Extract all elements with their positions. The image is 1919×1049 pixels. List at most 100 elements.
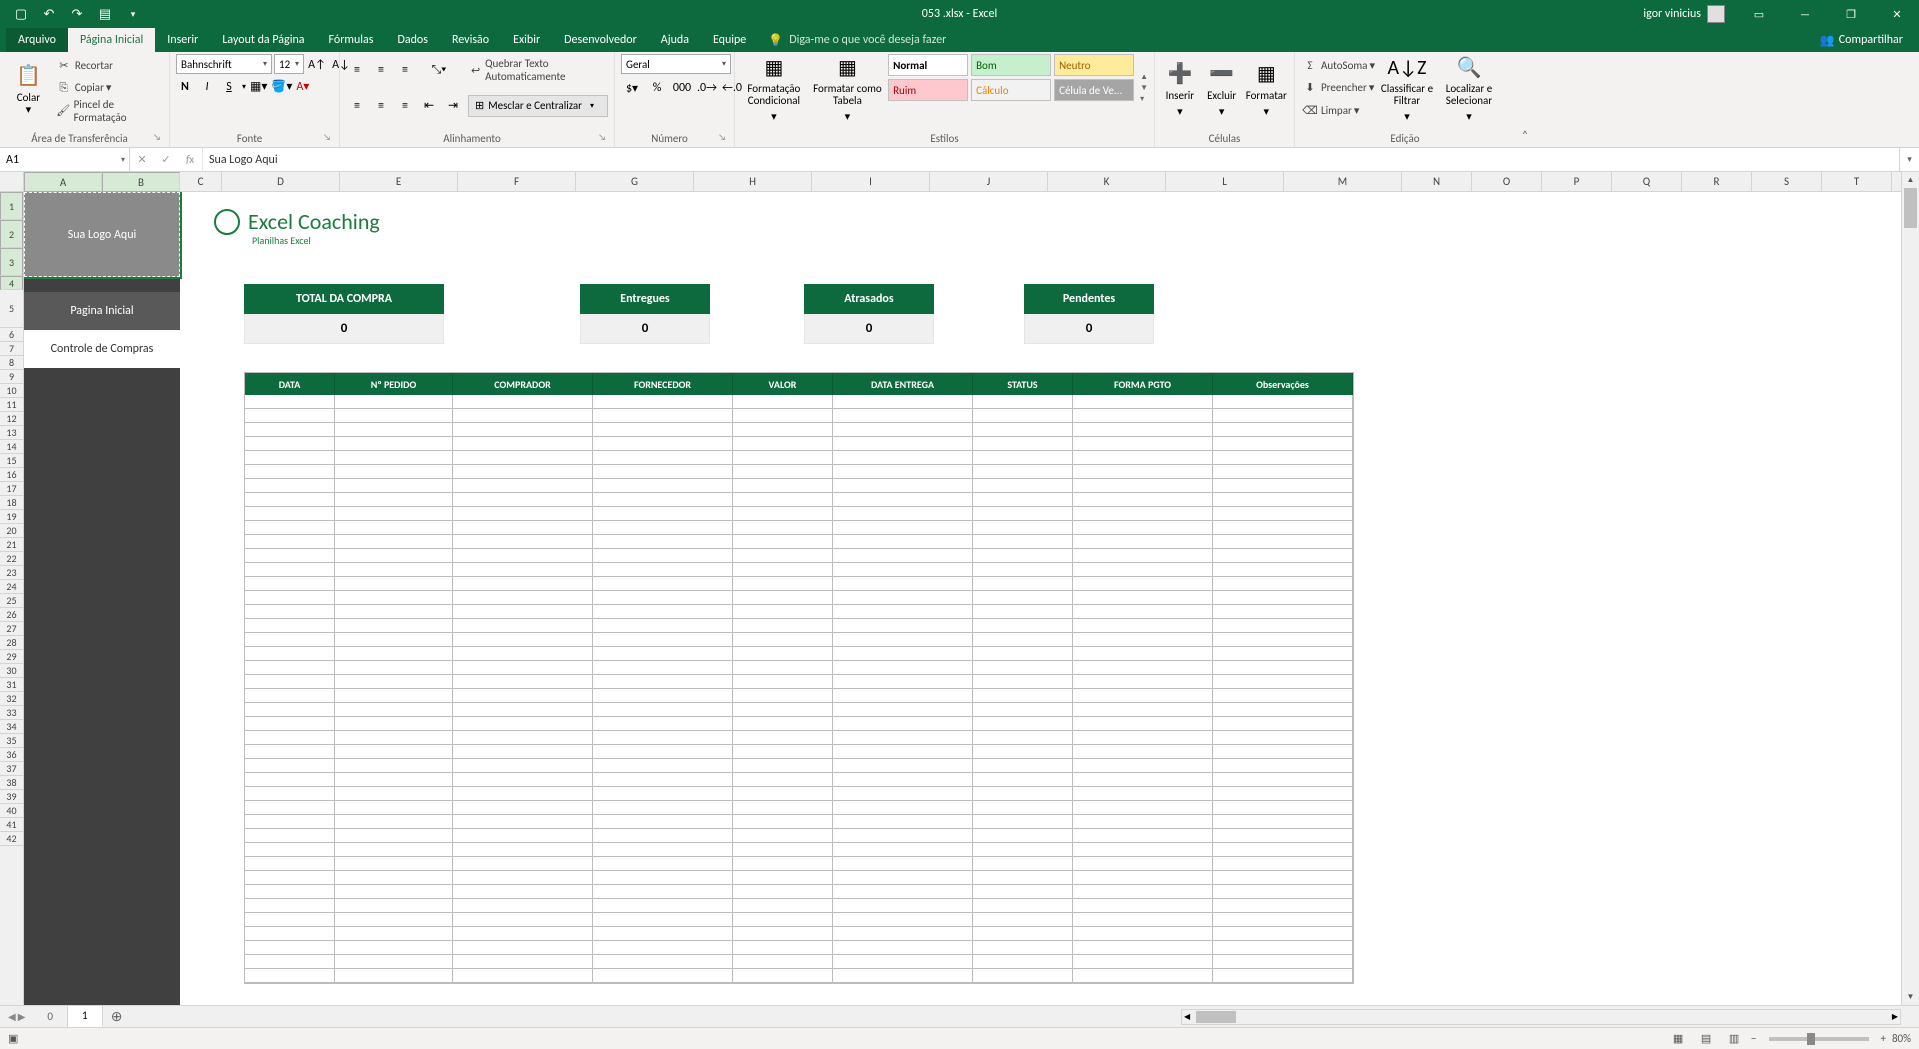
table-cell[interactable] (1213, 969, 1353, 983)
table-cell[interactable] (973, 437, 1073, 451)
table-cell[interactable] (833, 731, 973, 745)
table-row[interactable] (245, 479, 1353, 493)
table-row[interactable] (245, 577, 1353, 591)
table-cell[interactable] (833, 465, 973, 479)
tab-página-inicial[interactable]: Página Inicial (68, 28, 155, 52)
table-cell[interactable] (245, 451, 335, 465)
table-cell[interactable] (973, 899, 1073, 913)
table-cell[interactable] (733, 633, 833, 647)
table-cell[interactable] (245, 591, 335, 605)
row-header[interactable]: 15 (0, 454, 23, 468)
table-cell[interactable] (973, 521, 1073, 535)
table-cell[interactable] (973, 395, 1073, 409)
table-cell[interactable] (245, 787, 335, 801)
table-cell[interactable] (1073, 535, 1213, 549)
table-cell[interactable] (245, 577, 335, 591)
scrollbar-thumb[interactable] (1196, 1011, 1236, 1023)
table-cell[interactable] (593, 885, 733, 899)
col-header[interactable]: S (1752, 172, 1822, 191)
table-cell[interactable] (453, 703, 593, 717)
table-cell[interactable] (1073, 647, 1213, 661)
scroll-left-icon[interactable]: ◀ (1184, 1012, 1190, 1022)
scroll-right-icon[interactable]: ▶ (1892, 1012, 1898, 1022)
paste-button[interactable]: 📋 Colar▾ (6, 54, 51, 122)
table-cell[interactable] (335, 717, 453, 731)
table-cell[interactable] (453, 731, 593, 745)
table-cell[interactable] (335, 451, 453, 465)
borders-button[interactable]: ▦▾ (250, 79, 267, 94)
number-format-select[interactable]: Geral▾ (621, 54, 731, 74)
table-cell[interactable] (973, 577, 1073, 591)
col-header[interactable]: R (1682, 172, 1752, 191)
table-cell[interactable] (335, 521, 453, 535)
table-cell[interactable] (245, 563, 335, 577)
table-cell[interactable] (245, 731, 335, 745)
row-header[interactable]: 11 (0, 398, 23, 412)
table-cell[interactable] (733, 955, 833, 969)
table-cell[interactable] (245, 829, 335, 843)
font-size-select[interactable]: 12▾ (274, 54, 304, 74)
table-cell[interactable] (973, 815, 1073, 829)
share-button[interactable]: 👥 Compartilhar (1804, 28, 1919, 52)
table-cell[interactable] (453, 395, 593, 409)
table-cell[interactable] (593, 507, 733, 521)
table-cell[interactable] (593, 633, 733, 647)
table-cell[interactable] (1073, 633, 1213, 647)
table-cell[interactable] (733, 521, 833, 535)
table-cell[interactable] (833, 885, 973, 899)
table-cell[interactable] (973, 759, 1073, 773)
table-cell[interactable] (593, 675, 733, 689)
table-cell[interactable] (245, 507, 335, 521)
maximize-button[interactable]: ❐ (1829, 0, 1873, 28)
table-cell[interactable] (973, 535, 1073, 549)
table-cell[interactable] (453, 941, 593, 955)
table-cell[interactable] (593, 647, 733, 661)
scroll-up-icon[interactable]: ▲ (1902, 172, 1919, 188)
wrap-text-button[interactable]: ↩Quebrar Texto Automaticamente (468, 59, 608, 81)
table-cell[interactable] (335, 829, 453, 843)
table-row[interactable] (245, 563, 1353, 577)
table-cell[interactable] (593, 871, 733, 885)
table-cell[interactable] (1213, 927, 1353, 941)
percent-button[interactable]: % (646, 77, 668, 99)
table-cell[interactable] (733, 535, 833, 549)
table-cell[interactable] (833, 773, 973, 787)
table-cell[interactable] (245, 927, 335, 941)
table-cell[interactable] (593, 521, 733, 535)
table-row[interactable] (245, 801, 1353, 815)
table-row[interactable] (245, 437, 1353, 451)
cell-style-neutro[interactable]: Neutro (1054, 54, 1134, 76)
table-cell[interactable] (245, 549, 335, 563)
table-cell[interactable] (733, 899, 833, 913)
row-header[interactable]: 24 (0, 580, 23, 594)
row-header[interactable]: 5 (0, 290, 23, 328)
table-cell[interactable] (453, 451, 593, 465)
table-cell[interactable] (593, 493, 733, 507)
col-header[interactable]: D (222, 172, 340, 191)
undo-button[interactable]: ↶ (36, 1, 62, 27)
table-cell[interactable] (1213, 899, 1353, 913)
insert-cells-button[interactable]: ➕Inserir▾ (1161, 54, 1199, 122)
table-cell[interactable] (593, 927, 733, 941)
table-cell[interactable] (245, 955, 335, 969)
table-cell[interactable] (833, 661, 973, 675)
table-cell[interactable] (593, 815, 733, 829)
table-cell[interactable] (833, 857, 973, 871)
table-cell[interactable] (973, 661, 1073, 675)
table-cell[interactable] (1073, 507, 1213, 521)
table-cell[interactable] (733, 465, 833, 479)
table-cell[interactable] (1073, 759, 1213, 773)
bold-button[interactable]: N (176, 80, 194, 94)
table-cell[interactable] (1213, 563, 1353, 577)
table-cell[interactable] (245, 913, 335, 927)
tab-desenvolvedor[interactable]: Desenvolvedor (552, 28, 649, 52)
table-cell[interactable] (733, 395, 833, 409)
table-cell[interactable] (733, 577, 833, 591)
table-row[interactable] (245, 395, 1353, 409)
table-cell[interactable] (335, 787, 453, 801)
table-cell[interactable] (973, 955, 1073, 969)
table-cell[interactable] (593, 591, 733, 605)
table-cell[interactable] (733, 787, 833, 801)
table-cell[interactable] (833, 955, 973, 969)
table-row[interactable] (245, 843, 1353, 857)
